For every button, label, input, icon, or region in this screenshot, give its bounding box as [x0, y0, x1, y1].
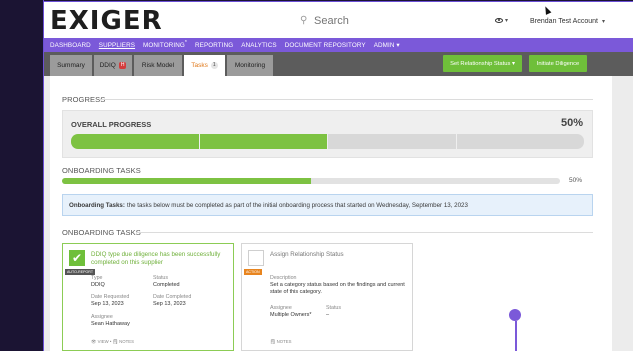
progress-segment: [199, 134, 327, 149]
assignee-value: Multiple Owners*: [270, 312, 312, 318]
type-value: DDIQ: [91, 282, 105, 288]
assignee-label: Assignee: [91, 314, 113, 320]
onboarding-progress-bar: [62, 178, 560, 184]
search-input[interactable]: [314, 14, 504, 27]
description-label: Description: [270, 275, 297, 281]
chevron-down-icon: ▾: [601, 19, 605, 25]
onboarding-progress-fill: [62, 178, 311, 184]
chevron-down-icon: ▾: [505, 18, 509, 24]
onboarding-tasks-heading: ONBOARDING TASKS: [62, 166, 141, 175]
annotation-marker-icon: [509, 309, 521, 321]
task-title[interactable]: Assign Relationship Status: [270, 251, 406, 259]
status-label: Status: [153, 275, 169, 281]
task-card-relationship-status[interactable]: ACTION Assign Relationship Status Descri…: [241, 243, 413, 351]
onboarding-progress-percent: 50%: [569, 177, 583, 184]
overall-progress-percent: 50%: [560, 117, 583, 129]
task-title[interactable]: DDIQ type due diligence has been success…: [91, 251, 227, 267]
tab-monitoring[interactable]: Monitoring: [227, 55, 273, 76]
tab-summary-label: Summary: [57, 62, 85, 69]
card-actions[interactable]: 🗒 NOTES: [270, 339, 291, 345]
tab-risk-model-label: Risk Model: [141, 62, 175, 69]
tab-tasks[interactable]: Tasks 1: [184, 55, 225, 76]
card-actions[interactable]: 👁 VIEW • 🗒 NOTES: [91, 339, 134, 345]
tasks-panel: PROGRESS OVERALL PROGRESS 50% ONBOARDING…: [50, 76, 612, 351]
overall-progress-card: OVERALL PROGRESS 50%: [62, 110, 593, 158]
annotation-marker-line: [515, 321, 517, 351]
eye-icon: [495, 18, 503, 23]
visibility-menu[interactable]: ▾: [495, 17, 508, 24]
account-menu[interactable]: Brendan Test Account ▾: [530, 18, 605, 25]
progress-segment: [71, 134, 199, 149]
app-window: EXIGER ⚲ ▾ Brendan Test Account ▾ DASHBO…: [44, 2, 633, 351]
mouse-cursor-icon: [542, 5, 552, 15]
date-completed-value: Sep 13, 2023: [153, 301, 186, 307]
status-value: Completed: [153, 282, 180, 288]
onboarding-info-banner: Onboarding Tasks: the tasks below must b…: [62, 194, 593, 216]
nav-document-repository[interactable]: DOCUMENT REPOSITORY: [285, 42, 366, 49]
tab-ddiq-label: DDIQ: [99, 62, 116, 69]
tab-ddiq[interactable]: DDIQ H: [94, 55, 132, 76]
overall-progress-title: OVERALL PROGRESS: [71, 120, 152, 129]
assignee-label: Assignee: [270, 305, 292, 311]
overall-progress-bar: [71, 134, 584, 149]
status-label: Status: [326, 305, 342, 311]
info-bold-label: Onboarding Tasks:: [69, 201, 125, 209]
date-requested-value: Sep 13, 2023: [91, 301, 124, 307]
assignee-value: Sean Hathaway: [91, 321, 130, 327]
nav-admin-label: ADMIN: [373, 41, 395, 49]
main-nav: DASHBOARD SUPPLIERS MONITORING* REPORTIN…: [44, 38, 633, 52]
divider: [136, 232, 593, 233]
tasks-count-badge: 1: [210, 62, 218, 69]
nav-reporting[interactable]: REPORTING: [195, 42, 233, 49]
action-badge: ACTION: [244, 269, 262, 275]
ddiq-alert-badge: H: [118, 62, 127, 69]
divider: [100, 99, 593, 100]
nav-dashboard[interactable]: DASHBOARD: [50, 42, 91, 49]
initiate-diligence-button[interactable]: Initiate Diligence: [529, 55, 587, 72]
nav-admin[interactable]: ADMIN ▾: [374, 42, 400, 49]
info-text: the tasks below must be completed as par…: [126, 201, 468, 209]
exiger-logo[interactable]: EXIGER: [50, 7, 163, 35]
tab-risk-model[interactable]: Risk Model: [134, 55, 182, 76]
task-card-ddiq[interactable]: ✔ AUTO-REPORT DDIQ type due diligence ha…: [62, 243, 234, 351]
nav-analytics[interactable]: ANALYTICS: [241, 42, 276, 49]
status-value: –: [326, 312, 330, 318]
tab-summary[interactable]: Summary: [50, 55, 92, 76]
search-bar[interactable]: ⚲: [300, 11, 514, 30]
progress-segment: [328, 134, 456, 149]
tab-monitoring-label: Monitoring: [234, 62, 266, 69]
chevron-down-icon: ▾: [396, 41, 400, 49]
top-header: EXIGER ⚲ ▾ Brendan Test Account ▾: [44, 2, 633, 38]
progress-segment: [456, 134, 584, 149]
type-label: Type: [91, 275, 103, 281]
description-value: Set a category status based on the findi…: [270, 282, 405, 295]
checkmark-icon[interactable]: ✔: [69, 250, 85, 266]
tab-tasks-label: Tasks: [191, 62, 208, 69]
nav-suppliers[interactable]: SUPPLIERS: [99, 42, 135, 49]
search-icon: ⚲: [300, 15, 308, 26]
progress-heading: PROGRESS: [62, 95, 106, 104]
nav-monitoring-badge: *: [184, 40, 188, 47]
date-completed-label: Date Completed: [153, 294, 192, 300]
supplier-tab-bar: Summary DDIQ H Risk Model Tasks 1 Monito…: [44, 52, 633, 76]
account-name: Brendan Test Account: [530, 18, 598, 25]
date-requested-label: Date Requested: [91, 294, 130, 300]
set-relationship-status-button[interactable]: Set Relationship Status ▾: [443, 55, 522, 72]
nav-monitoring-label: MONITORING: [143, 42, 185, 50]
task-checkbox[interactable]: [248, 250, 264, 266]
nav-monitoring[interactable]: MONITORING*: [143, 40, 187, 49]
onboarding-tasks-list-heading: ONBOARDING TASKS: [62, 228, 141, 237]
